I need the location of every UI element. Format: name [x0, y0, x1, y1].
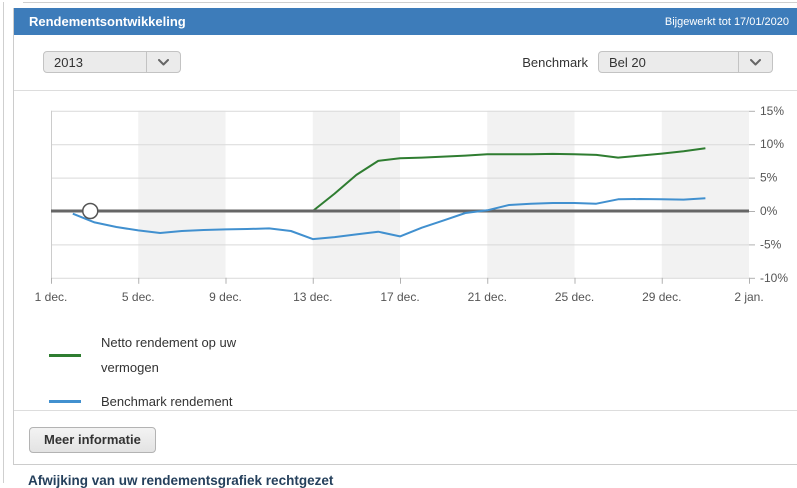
year-select[interactable]: 2013 [43, 51, 181, 73]
footer-heading: Afwijking van uw rendementsgrafiek recht… [28, 473, 333, 488]
x-tick-label: 2 jan. [734, 290, 763, 304]
panel-title: Rendementsontwikkeling [29, 14, 186, 29]
year-select-value: 2013 [44, 55, 146, 70]
y-tick-label: -5% [760, 237, 782, 251]
net-return-swatch [49, 354, 81, 357]
x-tick-label: 1 dec. [35, 290, 68, 304]
x-tick-label: 29 dec. [642, 290, 681, 304]
plot-band [313, 111, 400, 278]
controls-divider [14, 90, 797, 91]
benchmark-select[interactable]: Bel 20 [598, 51, 773, 73]
x-tick-label: 21 dec. [468, 290, 507, 304]
x-tick-label: 5 dec. [122, 290, 155, 304]
returns-chart: 1 dec. 5 dec. 9 dec. 13 dec. 17 dec. 21 dec. 2… [14, 92, 797, 322]
page-top-border [23, 2, 797, 3]
y-tick-label: 0% [760, 204, 778, 218]
series-start-marker [83, 204, 98, 219]
plot-band [138, 111, 225, 278]
x-tick-label: 9 dec. [209, 290, 242, 304]
chevron-down-icon [146, 52, 180, 72]
x-tick-label: 13 dec. [293, 290, 332, 304]
legend-item-net-return[interactable]: Netto rendement op uw vermogen [49, 330, 236, 380]
more-info-button[interactable]: Meer informatie [29, 427, 156, 453]
y-tick-label: 10% [760, 137, 784, 151]
benchmark-select-value: Bel 20 [599, 55, 738, 70]
chevron-down-icon [738, 52, 772, 72]
plot-band [487, 111, 574, 278]
y-tick-label: 15% [760, 104, 784, 118]
benchmark-label: Benchmark [444, 55, 588, 70]
updated-label: Bijgewerkt tot 17/01/2020 [665, 16, 789, 28]
panel-header: Rendementsontwikkeling Bijgewerkt tot 17… [14, 8, 797, 35]
plot-band [662, 111, 749, 278]
benchmark-swatch [49, 400, 81, 403]
legend-divider [14, 410, 797, 411]
page-left-border [3, 2, 4, 483]
y-tick-label: -10% [760, 271, 788, 285]
legend-label: Netto rendement op uw vermogen [101, 330, 236, 380]
x-tick-label: 25 dec. [555, 290, 594, 304]
returns-panel: Rendementsontwikkeling Bijgewerkt tot 17… [13, 8, 797, 465]
y-tick-label: 5% [760, 171, 778, 185]
x-tick-label: 17 dec. [380, 290, 419, 304]
